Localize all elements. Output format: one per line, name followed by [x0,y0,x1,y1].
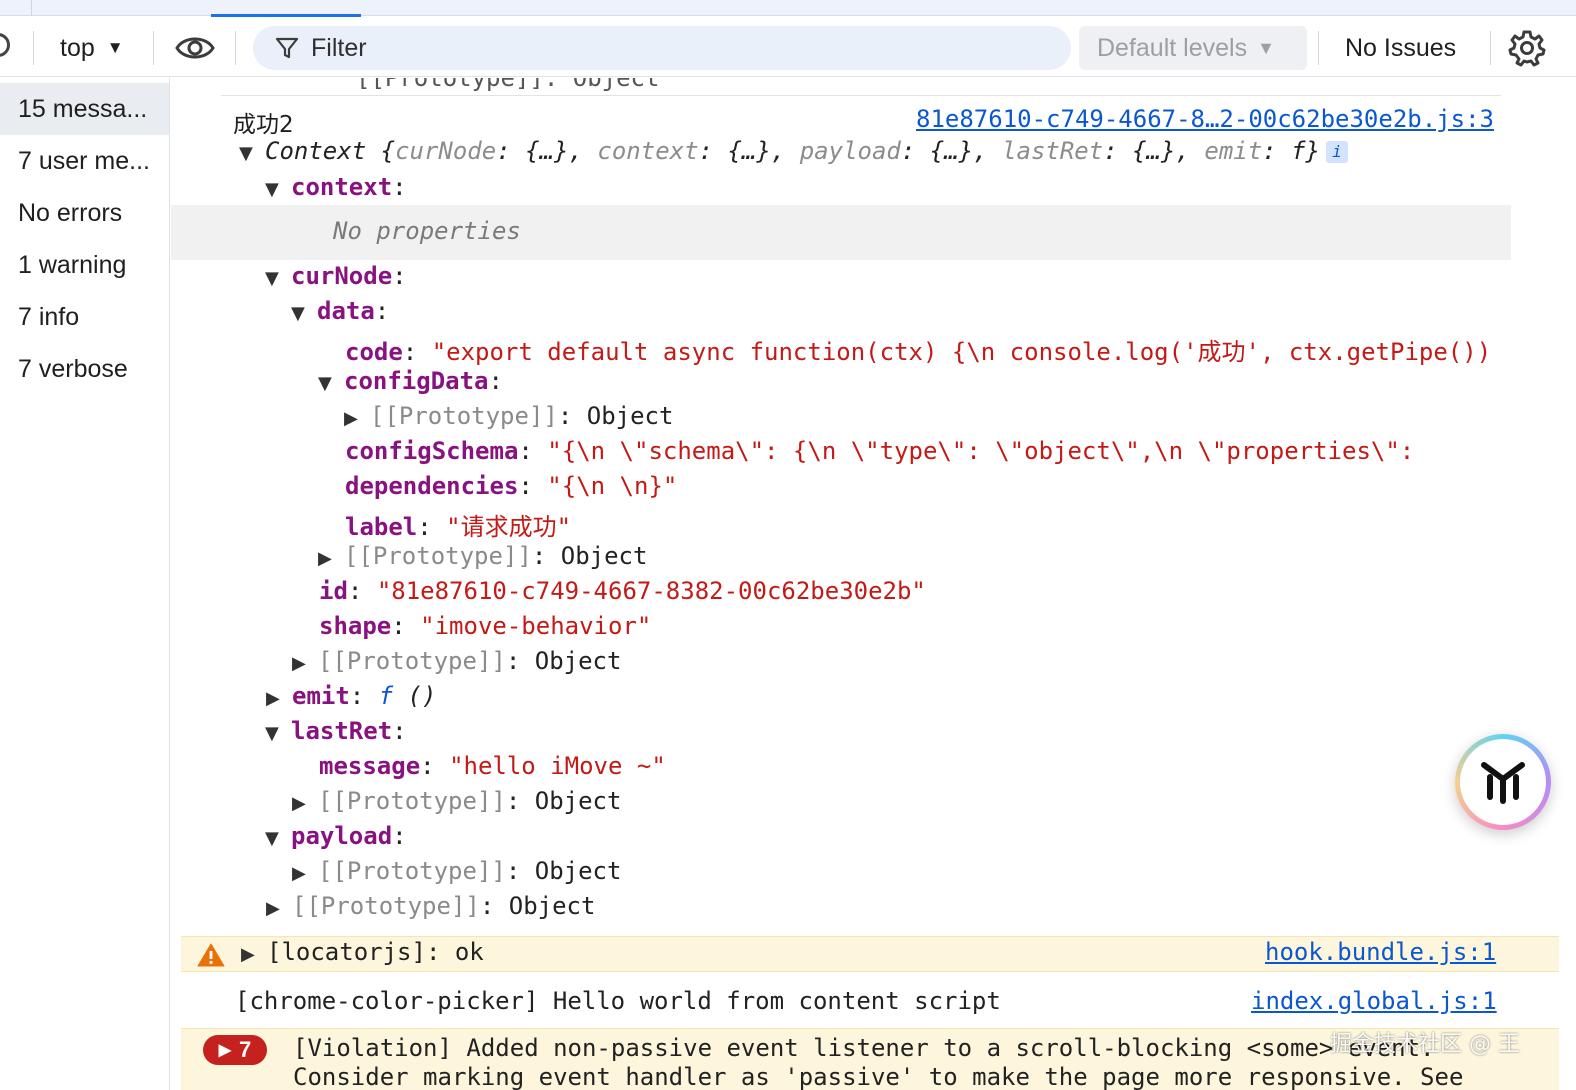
expand-triangle-icon[interactable]: ▼ [265,268,291,289]
prop-lastret[interactable]: ▼ lastRet: [265,717,407,745]
object-class-name: Context [265,137,367,165]
context-selector[interactable]: top ▼ [60,31,124,65]
context-object-row[interactable]: ▼ Context {curNode: {…}, context: {…}, pa… [239,137,1348,165]
prop-prototype[interactable]: ▶ [[Prototype]]: Object [292,787,621,815]
filter-icon [275,37,299,59]
prop-emit[interactable]: ▶ emit: f () [266,682,437,710]
sidebar-item-user-messages[interactable]: 7 user me... [0,135,169,187]
issues-counter[interactable]: No Issues [1345,31,1456,65]
collapse-triangle-icon[interactable]: ▶ [292,793,318,814]
expand-triangle-icon[interactable]: ▼ [291,303,317,324]
log-levels-dropdown[interactable]: Default levels ▼ [1079,26,1307,70]
collapse-triangle-icon[interactable]: ▶ [266,688,292,709]
toolbar-divider [235,31,236,65]
log-message-text: 成功2 [233,112,294,138]
violation-text-line1: [Violation] Added non-passive event list… [293,1034,1435,1062]
prop-code[interactable]: code: "export default async function(ctx… [345,332,1491,367]
sidebar-item-messages[interactable]: 15 messa... [0,83,169,135]
eye-icon[interactable] [175,33,215,63]
sidebar-item-errors[interactable]: No errors [0,187,169,239]
collapse-triangle-icon[interactable]: ▶ [344,408,370,429]
console-toolbar: top ▼ Default levels ▼ No Issues [0,17,1576,77]
no-properties-text: No properties [333,217,521,245]
sidebar-item-warnings[interactable]: 1 warning [0,239,169,291]
warning-message-row[interactable]: ▶ [locatorjs]: ok hook.bundle.js:1 [181,936,1559,972]
no-properties-row: No properties [171,205,1511,260]
expand-triangle-icon[interactable]: ▼ [265,723,291,744]
expand-triangle-icon[interactable]: ▼ [265,828,291,849]
code-value: "export default async function(ctx) {\n … [431,338,1492,366]
assistant-button-face [1460,739,1546,825]
prop-prototype[interactable]: ▶ [[Prototype]]: Object [292,857,621,885]
prop-data[interactable]: ▼ data: [291,297,389,325]
collapse-triangle-icon[interactable]: ▶ [266,898,292,919]
filter-input[interactable] [311,33,1011,63]
repeat-count-badge[interactable]: ▶ 7 [203,1035,267,1065]
expand-triangle-icon: ▶ [218,1042,232,1059]
info-message-text: [chrome-color-picker] Hello world from c… [235,987,1001,1015]
message-divider [221,95,1501,96]
watermark: 掘金技术社区 @ 王 [1330,1032,1520,1057]
assistant-logo-icon [1481,762,1525,804]
expand-triangle-icon[interactable]: ▼ [239,143,265,164]
prop-prototype[interactable]: ▶ [[Prototype]]: Object [266,892,595,920]
chevron-down-icon: ▼ [106,38,124,57]
sidebar-item-info[interactable]: 7 info [0,291,169,343]
expand-triangle-icon[interactable]: ▼ [318,373,344,394]
filter-box[interactable] [253,26,1071,70]
warning-text: [locatorjs]: ok [267,938,484,966]
tab-strip [0,0,1576,17]
info-source-link[interactable]: index.global.js:1 [1251,987,1497,1015]
toolbar-divider [33,31,34,65]
log-source-link[interactable]: 81e87610-c749-4667-8…2-00c62be30e2b.js:3 [916,105,1494,133]
prop-dependencies[interactable]: dependencies: "{\n \n}" [345,472,677,500]
prop-prototype[interactable]: ▶ [[Prototype]]: Object [344,402,673,430]
prop-shape[interactable]: shape: "imove-behavior" [319,612,651,640]
prop-label[interactable]: label: "请求成功" [345,507,571,542]
configschema-value: "{\n \"schema\": {\n \"type\": \"object\… [547,437,1415,465]
prop-id[interactable]: id: "81e87610-c749-4667-8382-00c62be30e2… [319,577,926,605]
info-badge-icon[interactable]: i [1325,141,1348,163]
log-levels-label: Default levels [1097,33,1248,62]
collapse-triangle-icon[interactable]: ▶ [292,863,318,884]
collapse-triangle-icon[interactable]: ▶ [241,944,267,965]
context-selector-label: top [60,33,95,62]
sidebar-item-verbose[interactable]: 7 verbose [0,343,169,395]
prop-prototype[interactable]: ▶ [[Prototype]]: Object [292,647,621,675]
console-sidebar: 15 messa... 7 user me... No errors 1 war… [0,78,170,1090]
toolbar-divider [1490,31,1491,65]
warning-source-link[interactable]: hook.bundle.js:1 [1265,938,1496,966]
toolbar-divider [1318,31,1319,65]
violation-text-line2: Consider marking event handler as 'passi… [293,1063,1464,1090]
chevron-down-icon: ▼ [1257,37,1275,58]
assistant-floating-button[interactable] [1455,734,1551,830]
prop-message[interactable]: message: "hello iMove ~" [319,752,666,780]
warning-text-row[interactable]: ▶ [locatorjs]: ok [241,938,484,966]
collapse-triangle-icon[interactable]: ▶ [292,653,318,674]
collapse-triangle-icon[interactable]: ▶ [318,548,344,569]
warning-triangle-icon [197,943,225,967]
console-output: [[Prototype]]: Object 成功2 81e87610-c749-… [171,78,1576,1090]
toolbar-divider [153,31,154,65]
prop-payload[interactable]: ▼ payload: [265,822,407,850]
prop-curnode[interactable]: ▼ curNode: [265,262,407,290]
prop-configdata[interactable]: ▼ configData: [318,367,503,395]
prop-prototype[interactable]: ▶ [[Prototype]]: Object [318,542,647,570]
prop-configschema[interactable]: configSchema: "{\n \"schema\": {\n \"typ… [345,437,1414,465]
clear-console-icon[interactable] [0,33,10,57]
tab-divider [31,0,32,16]
gear-icon[interactable] [1508,29,1546,67]
expand-triangle-icon[interactable]: ▼ [265,179,291,200]
prop-context[interactable]: ▼ context: [265,173,407,201]
previous-message-tail: [[Prototype]]: Object [356,78,660,92]
